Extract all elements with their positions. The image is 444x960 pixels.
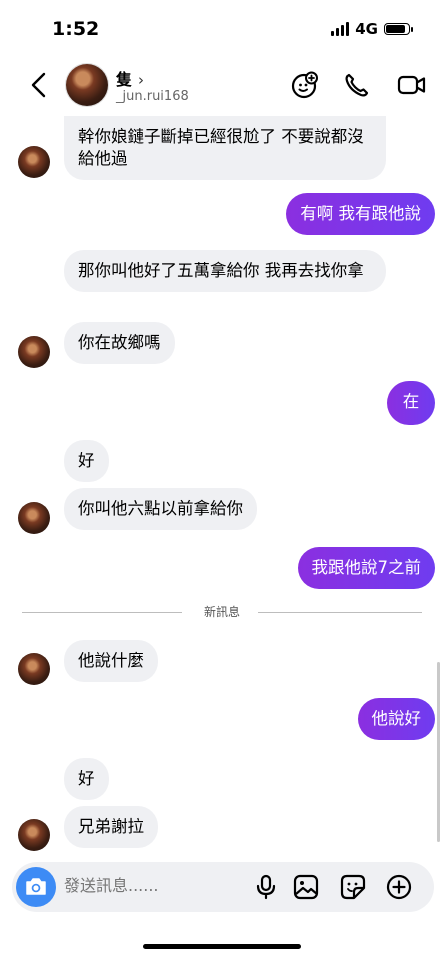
scrollbar[interactable] bbox=[437, 662, 440, 842]
status-time: 1:52 bbox=[52, 18, 100, 40]
sender-avatar[interactable] bbox=[18, 336, 50, 368]
network-type: 4G bbox=[355, 20, 378, 38]
add-icon[interactable] bbox=[385, 873, 413, 901]
image-icon[interactable] bbox=[292, 873, 320, 901]
contact-avatar[interactable] bbox=[66, 64, 108, 106]
message-input[interactable] bbox=[64, 876, 234, 895]
message-bubble-outgoing[interactable]: 我跟他說7之前 bbox=[297, 547, 435, 589]
home-indicator bbox=[143, 944, 301, 949]
microphone-icon[interactable] bbox=[252, 873, 280, 901]
signal-icon bbox=[331, 22, 350, 36]
message-bubble-incoming[interactable]: 你在故鄉嗎 bbox=[64, 322, 175, 364]
divider-line-left bbox=[22, 612, 182, 613]
sticker-icon[interactable] bbox=[339, 873, 367, 901]
sticker-add-icon[interactable] bbox=[290, 70, 320, 100]
contact-name-text: 隻 bbox=[116, 70, 133, 89]
divider-line-right bbox=[258, 612, 422, 613]
sender-avatar[interactable] bbox=[18, 502, 50, 534]
message-bubble-incoming[interactable]: 那你叫他好了五萬拿給你 我再去找你拿 bbox=[64, 250, 386, 292]
status-indicators: 4G bbox=[331, 20, 413, 38]
message-bubble-incoming[interactable]: 他說什麼 bbox=[64, 640, 158, 682]
contact-name[interactable]: 隻 › bbox=[116, 66, 144, 90]
status-bar: 1:52 4G bbox=[0, 0, 444, 58]
message-bubble-incoming[interactable]: 好 bbox=[64, 440, 109, 482]
battery-icon bbox=[384, 23, 413, 35]
message-composer bbox=[12, 862, 434, 912]
new-messages-divider: 新訊息 bbox=[22, 603, 422, 623]
sender-avatar[interactable] bbox=[18, 819, 50, 851]
sender-avatar[interactable] bbox=[18, 653, 50, 685]
message-bubble-incoming[interactable]: 你叫他六點以前拿給你 bbox=[64, 488, 257, 530]
new-messages-label: 新訊息 bbox=[195, 603, 249, 620]
message-bubble-incoming[interactable]: 好 bbox=[64, 758, 109, 800]
chat-header: 隻 › _jun.rui168 bbox=[0, 58, 444, 116]
message-list[interactable]: 幹你娘鏈子斷掉已經很尬了 不要說都沒給他過 有啊 我有跟他說 那你叫他好了五萬拿… bbox=[0, 116, 444, 860]
message-bubble-outgoing[interactable]: 有啊 我有跟他說 bbox=[286, 193, 435, 235]
message-bubble-outgoing[interactable]: 在 bbox=[387, 381, 435, 425]
video-camera-icon[interactable] bbox=[396, 70, 426, 100]
message-bubble-incoming[interactable]: 兄弟謝拉 bbox=[64, 806, 158, 848]
contact-username: _jun.rui168 bbox=[116, 89, 189, 104]
message-bubble-incoming[interactable]: 幹你娘鏈子斷掉已經很尬了 不要說都沒給他過 bbox=[64, 116, 386, 180]
sender-avatar[interactable] bbox=[18, 146, 50, 178]
message-bubble-outgoing[interactable]: 他說好 bbox=[357, 698, 435, 740]
back-chevron-icon[interactable] bbox=[26, 70, 54, 100]
chevron-right-icon: › bbox=[138, 71, 145, 89]
phone-icon[interactable] bbox=[342, 70, 372, 100]
camera-icon[interactable] bbox=[16, 867, 56, 907]
